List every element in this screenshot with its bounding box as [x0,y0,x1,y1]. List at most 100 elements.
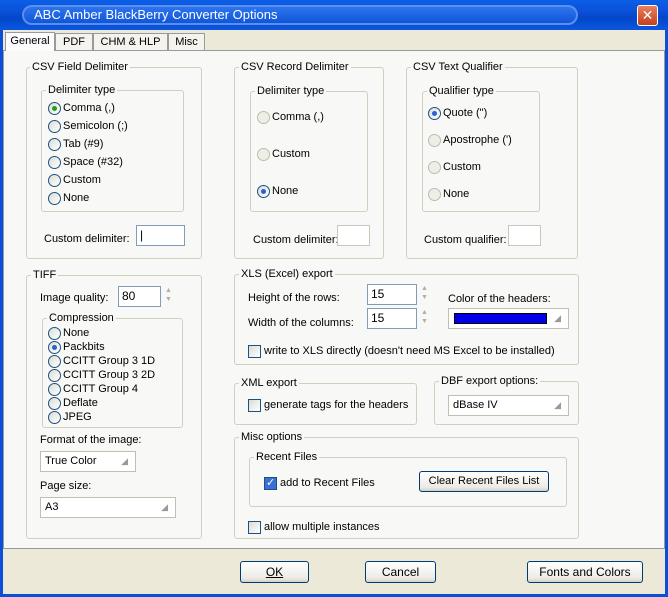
qualifier-custom-label[interactable]: Custom [443,161,481,173]
header-color-label: Color of the headers: [448,293,551,305]
custom-qualifier-label: Custom qualifier: [424,234,507,246]
field-comma-radio[interactable] [48,102,61,115]
field-semicolon-radio[interactable] [48,120,61,133]
custom-qualifier-input[interactable] [508,225,541,246]
dropdown-arrow-icon[interactable]: ◢ [554,400,561,411]
allow-multiple-instances-checkbox[interactable] [248,521,261,534]
tab-pdf[interactable]: PDF [55,33,93,50]
field-tab-radio[interactable] [48,138,61,151]
add-recent-files-checkbox[interactable] [264,476,277,490]
field-delimiter-type-title: Delimiter type [46,84,118,96]
compression-jpeg-label[interactable]: JPEG [63,411,92,423]
write-xls-directly-checkbox[interactable] [248,345,261,358]
qualifier-none-radio[interactable] [428,188,441,201]
csv-field-delimiter-title: CSV Field Delimiter [30,61,130,73]
column-width-label: Width of the columns: [248,317,354,329]
add-recent-files-label[interactable]: add to Recent Files [280,477,375,489]
qualifier-quote-radio[interactable] [428,107,441,120]
row-height-label: Height of the rows: [248,292,340,304]
csv-record-delimiter-title: CSV Record Delimiter [239,61,351,73]
qualifier-apostrophe-label[interactable]: Apostrophe (') [443,134,512,146]
compression-deflate-label[interactable]: Deflate [63,397,98,409]
compression-ccitt3-1d-label[interactable]: CCITT Group 3 1D [63,355,155,367]
compression-ccitt4-label[interactable]: CCITT Group 4 [63,383,138,395]
field-semicolon-label[interactable]: Semicolon (;) [63,120,128,132]
dbf-format-select[interactable]: dBase IV ◢ [448,395,569,416]
compression-ccitt3-1d-radio[interactable] [48,355,61,368]
qualifier-apostrophe-radio[interactable] [428,134,441,147]
page-size-select[interactable]: A3 ◢ [40,497,176,518]
compression-ccitt3-2d-radio[interactable] [48,369,61,382]
field-space-radio[interactable] [48,156,61,169]
cancel-button[interactable]: Cancel [365,561,436,583]
record-custom-label[interactable]: Custom [272,148,310,160]
xls-export-title: XLS (Excel) export [239,268,335,280]
compression-packbits-label[interactable]: Packbits [63,341,105,353]
dropdown-arrow-icon[interactable]: ◢ [121,456,128,467]
image-format-label: Format of the image: [40,434,142,446]
misc-options-title: Misc options [239,431,305,443]
close-button[interactable]: ✕ [637,5,658,26]
clear-recent-files-button[interactable]: Clear Recent Files List [419,471,549,492]
header-color-swatch [454,313,547,324]
xml-export-title: XML export [239,377,299,389]
record-comma-radio[interactable] [257,111,270,124]
image-quality-spinner[interactable]: ▲ ▼ [164,286,173,306]
allow-multiple-instances-label[interactable]: allow multiple instances [264,521,380,533]
field-space-label[interactable]: Space (#32) [63,156,123,168]
image-format-value: True Color [45,455,97,467]
generate-tags-label[interactable]: generate tags for the headers [264,399,408,411]
fonts-and-colors-button[interactable]: Fonts and Colors [527,561,643,583]
record-none-radio[interactable] [257,185,270,198]
dbf-export-title: DBF export options: [439,375,541,387]
qualifier-none-label[interactable]: None [443,188,469,200]
image-quality-label: Image quality: [40,292,109,304]
spin-down-icon[interactable]: ▼ [420,317,429,326]
row-height-spinner[interactable]: ▲ ▼ [420,284,429,304]
record-custom-delimiter-input[interactable] [337,225,370,246]
field-custom-label[interactable]: Custom [63,174,101,186]
dbf-format-value: dBase IV [453,399,498,411]
field-none-label[interactable]: None [63,192,89,204]
qualifier-type-title: Qualifier type [427,85,496,97]
spin-down-icon[interactable]: ▼ [420,293,429,302]
custom-delimiter-label: Custom delimiter: [44,233,130,245]
spin-up-icon[interactable]: ▲ [420,284,429,293]
generate-tags-checkbox[interactable] [248,399,261,412]
field-custom-radio[interactable] [48,174,61,187]
ok-button[interactable]: OK [240,561,309,583]
image-quality-input[interactable]: 80 [118,286,161,307]
recent-files-title: Recent Files [254,451,320,463]
record-comma-label[interactable]: Comma (,) [272,111,324,123]
row-height-input[interactable]: 15 [367,284,417,305]
dropdown-arrow-icon[interactable]: ◢ [554,313,561,324]
spin-down-icon[interactable]: ▼ [164,295,173,304]
compression-none-radio[interactable] [48,327,61,340]
qualifier-custom-radio[interactable] [428,161,441,174]
spin-up-icon[interactable]: ▲ [420,308,429,317]
compression-ccitt4-radio[interactable] [48,383,61,396]
compression-none-label[interactable]: None [63,327,89,339]
compression-ccitt3-2d-label[interactable]: CCITT Group 3 2D [63,369,155,381]
custom-delimiter-input[interactable]: | [136,225,185,246]
page-size-label: Page size: [40,480,92,492]
qualifier-quote-label[interactable]: Quote (") [443,107,487,119]
record-none-label[interactable]: None [272,185,298,197]
compression-deflate-radio[interactable] [48,397,61,410]
compression-packbits-radio[interactable] [48,341,61,354]
field-none-radio[interactable] [48,192,61,205]
column-width-input[interactable]: 15 [367,308,417,329]
dropdown-arrow-icon[interactable]: ◢ [161,502,168,513]
column-width-spinner[interactable]: ▲ ▼ [420,308,429,328]
record-custom-radio[interactable] [257,148,270,161]
tab-general[interactable]: General [5,32,55,51]
tab-chm-hlp[interactable]: CHM & HLP [93,33,168,50]
field-tab-label[interactable]: Tab (#9) [63,138,103,150]
image-format-select[interactable]: True Color ◢ [40,451,136,472]
tab-misc[interactable]: Misc [168,33,205,50]
write-xls-directly-label[interactable]: write to XLS directly (doesn't need MS E… [264,345,555,357]
compression-jpeg-radio[interactable] [48,411,61,424]
spin-up-icon[interactable]: ▲ [164,286,173,295]
field-comma-label[interactable]: Comma (,) [63,102,115,114]
header-color-picker[interactable]: ◢ [448,308,569,329]
